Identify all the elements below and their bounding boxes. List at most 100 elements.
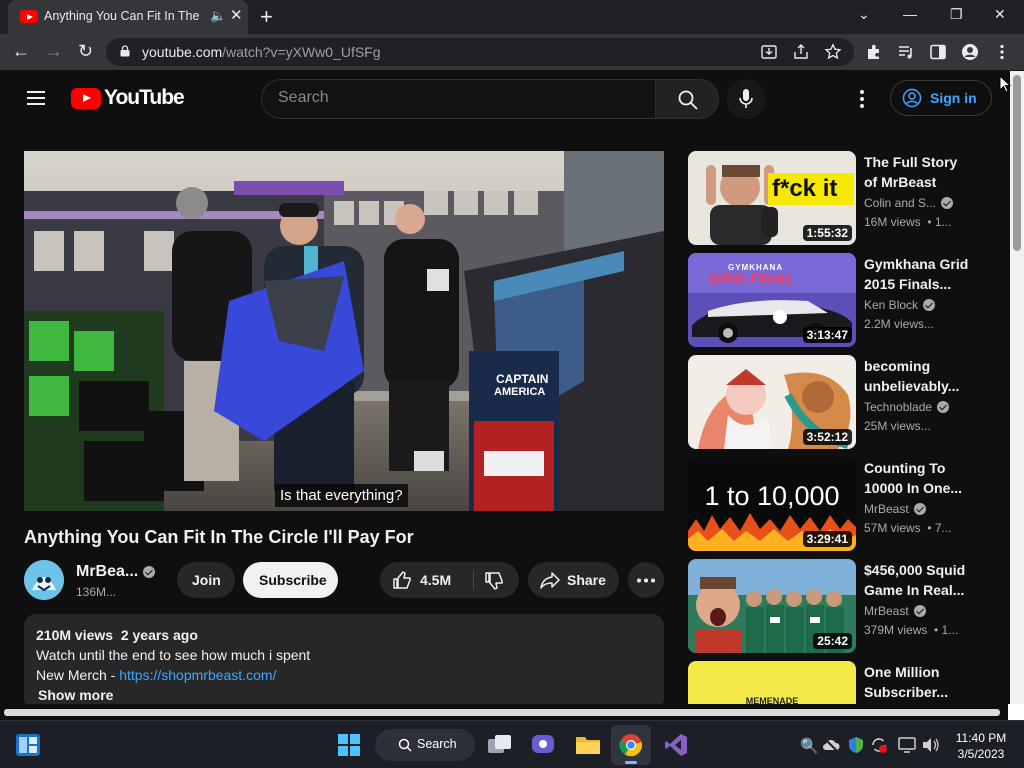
taskbar-search[interactable]: Search: [375, 729, 475, 761]
display-icon[interactable]: [898, 737, 916, 753]
url-domain: youtube.com: [142, 44, 223, 60]
thumbnail-text: f*ck it: [772, 175, 838, 202]
duration-badge: 1:55:32: [802, 225, 852, 241]
scrollbar-thumb[interactable]: [4, 709, 1000, 716]
youtube-logo-text[interactable]: YouTube: [104, 86, 185, 110]
search-box[interactable]: [261, 79, 656, 119]
youtube-favicon-icon: [20, 10, 38, 23]
duration-badge: 25:42: [813, 633, 852, 649]
youtube-logo-icon[interactable]: [71, 88, 101, 109]
recommended-video[interactable]: 1 to 10,000 3:29:41 Counting To 10000 In…: [688, 457, 988, 551]
minimize-button[interactable]: —: [903, 6, 917, 22]
media-control-icon[interactable]: [897, 43, 915, 61]
share-button[interactable]: Share: [528, 562, 619, 598]
subscribe-button[interactable]: Subscribe: [243, 562, 338, 598]
video-thumbnail[interactable]: 3:52:12: [688, 355, 856, 449]
search-button[interactable]: [655, 79, 719, 119]
task-view-icon[interactable]: [487, 733, 513, 757]
security-shield-icon[interactable]: [848, 736, 864, 754]
lock-icon[interactable]: [120, 45, 130, 57]
file-explorer-icon[interactable]: [575, 733, 601, 755]
rec-views: 2.2M views...: [864, 317, 935, 331]
video-title: Anything You Can Fit In The Circle I'll …: [24, 527, 414, 547]
visual-studio-icon[interactable]: [664, 733, 688, 757]
share-arrow-icon: [540, 572, 560, 589]
system-clock[interactable]: 11:40 PM 3/5/2023: [946, 730, 1016, 762]
side-panel-icon[interactable]: [929, 43, 947, 61]
voice-search-button[interactable]: [726, 79, 766, 119]
active-app-indicator: [625, 761, 637, 764]
duration-badge: 3:52:12: [802, 429, 852, 445]
rec-title-line2: unbelievably...: [864, 378, 960, 394]
video-thumbnail[interactable]: GYMKHANA GRID FINAL 3:13:47: [688, 253, 856, 347]
profile-icon[interactable]: [961, 43, 979, 61]
restore-button[interactable]: ❐: [950, 6, 963, 23]
video-thumbnail[interactable]: 25:42: [688, 559, 856, 653]
window-close-button[interactable]: ✕: [994, 6, 1006, 23]
recommended-video[interactable]: MEMENADE One Million Subscriber...: [688, 661, 988, 704]
browser-tab[interactable]: Anything You Can Fit In The C 🔈 ✕: [8, 0, 248, 34]
recommended-video[interactable]: 3:52:12 becoming unbelievably... Technob…: [688, 355, 988, 449]
extensions-icon[interactable]: [865, 43, 883, 61]
install-app-icon[interactable]: [760, 43, 778, 61]
dislike-button[interactable]: [474, 562, 519, 598]
share-label: Share: [567, 572, 606, 588]
search-tray-icon[interactable]: 🔍: [800, 737, 819, 755]
bookmark-star-icon[interactable]: [824, 43, 842, 61]
tab-search-chevron-icon[interactable]: ⌄: [858, 6, 870, 23]
chrome-menu-icon[interactable]: [993, 43, 1011, 61]
video-thumbnail[interactable]: 1 to 10,000 3:29:41: [688, 457, 856, 551]
video-thumbnail[interactable]: f*ck it 1:55:32: [688, 151, 856, 245]
like-count: 4.5M: [420, 572, 452, 588]
channel-name-text: MrBea...: [76, 563, 139, 580]
sign-in-button[interactable]: Sign in: [890, 80, 992, 116]
sync-error-icon[interactable]: [870, 736, 888, 754]
more-actions-button[interactable]: [628, 562, 664, 598]
rec-views: 57M views • 7...: [864, 521, 952, 535]
account-icon: [902, 88, 922, 108]
speaker-icon[interactable]: 🔈: [210, 8, 226, 24]
show-more-button[interactable]: Show more: [38, 687, 113, 703]
rec-title-line1: becoming: [864, 358, 931, 374]
recommended-video[interactable]: 25:42 $456,000 Squid Game In Real... MrB…: [688, 559, 988, 653]
menu-icon[interactable]: [27, 91, 45, 105]
description-box[interactable]: 210M views 2 years ago Watch until the e…: [24, 614, 664, 710]
horizontal-scrollbar[interactable]: [0, 704, 1024, 720]
share-icon[interactable]: [792, 43, 810, 61]
windows-start-icon[interactable]: [338, 734, 360, 756]
thumbnail-text: GRID FINAL: [708, 271, 794, 288]
rec-title-line2: 2015 Finals...: [864, 276, 952, 292]
recommended-video[interactable]: f*ck it 1:55:32 The Full Story of MrBeas…: [688, 151, 988, 245]
settings-menu-icon[interactable]: [855, 89, 869, 109]
address-bar[interactable]: youtube.com/watch?v=yXWw0_UfSFg: [106, 38, 854, 66]
rec-title-line1: Gymkhana Grid: [864, 256, 969, 272]
chat-icon[interactable]: [531, 733, 555, 757]
vertical-scrollbar[interactable]: [1010, 71, 1024, 704]
reload-button[interactable]: ↻: [78, 41, 93, 62]
recommended-video[interactable]: GYMKHANA GRID FINAL 3:13:47 Gymkhana Gri…: [688, 253, 988, 347]
rec-channel: Ken Block: [864, 298, 936, 312]
merch-link[interactable]: https://shopmrbeast.com/: [119, 667, 276, 683]
new-tab-button[interactable]: +: [260, 4, 273, 30]
channel-name[interactable]: MrBea...: [76, 563, 156, 581]
video-player[interactable]: CAPTAIN AMERICA: [24, 151, 664, 511]
video-thumbnail[interactable]: MEMENADE: [688, 661, 856, 704]
like-button[interactable]: 4.5M: [380, 562, 473, 598]
like-dislike-group: 4.5M: [380, 562, 519, 598]
description-merch-line: New Merch - https://shopmrbeast.com/: [36, 667, 276, 683]
cloud-offline-icon[interactable]: [822, 737, 840, 753]
join-button[interactable]: Join: [177, 562, 235, 598]
join-label: Join: [192, 572, 221, 588]
search-input[interactable]: [278, 89, 638, 107]
verified-icon: [923, 299, 936, 311]
volume-icon[interactable]: [922, 737, 940, 753]
thumbnail-text: MEMENADE: [745, 696, 799, 704]
channel-avatar[interactable]: [24, 560, 64, 600]
back-button[interactable]: ←: [12, 41, 30, 62]
forward-button[interactable]: →: [45, 41, 63, 62]
chrome-taskbar-button[interactable]: [611, 725, 651, 765]
widgets-icon[interactable]: [15, 733, 41, 757]
more-horizontal-icon: [637, 578, 655, 583]
scrollbar-thumb[interactable]: [1013, 75, 1021, 251]
tab-close-icon[interactable]: ✕: [230, 6, 243, 24]
